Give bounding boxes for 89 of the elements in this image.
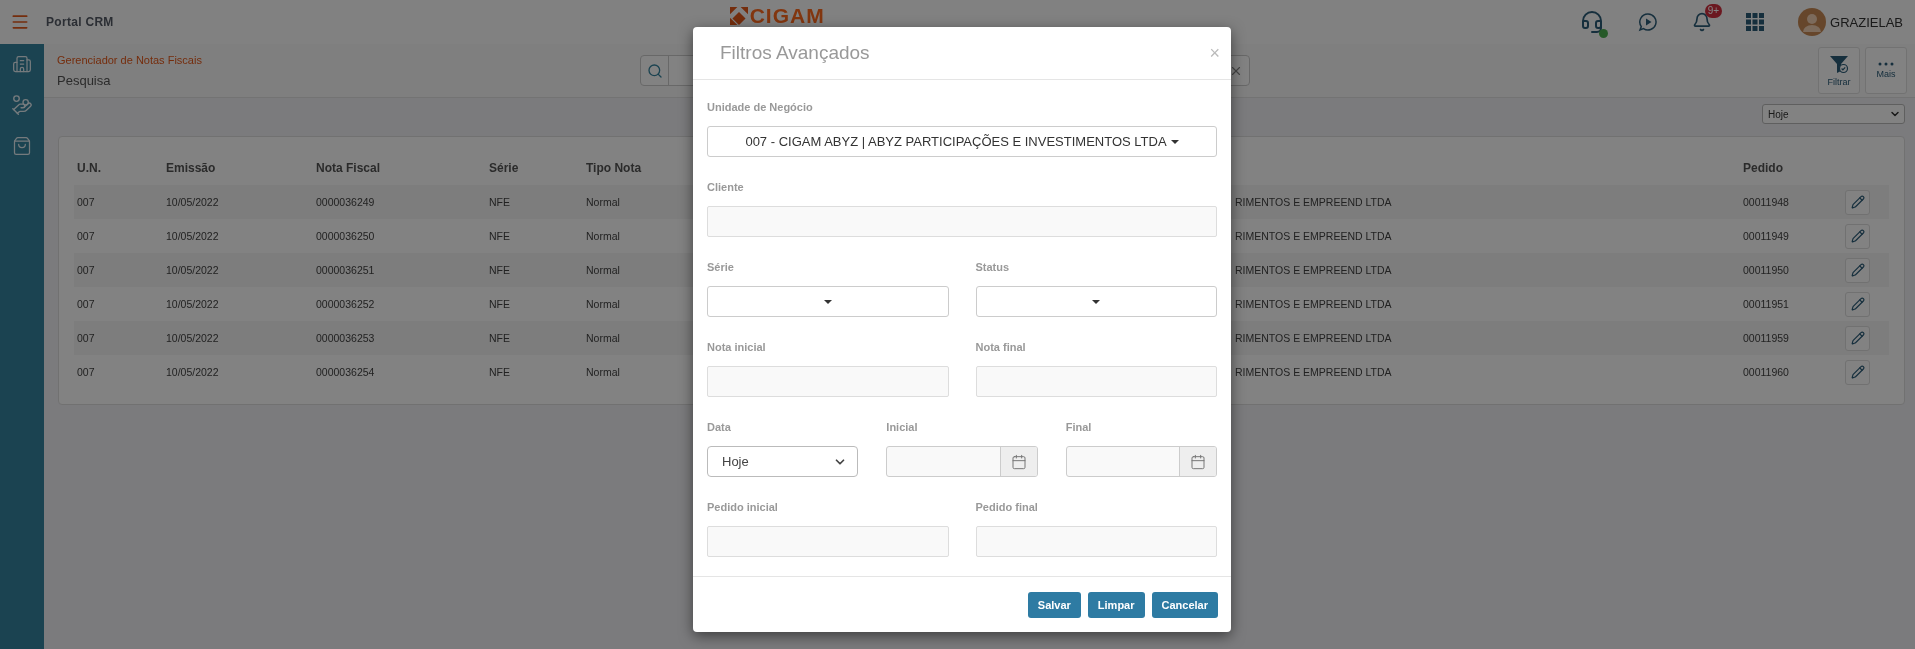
- input-field[interactable]: [707, 206, 1217, 237]
- field-label: Nota final: [975, 340, 1027, 354]
- period-select[interactable]: Hoje: [1762, 104, 1905, 124]
- hand-coin-icon[interactable]: [11, 94, 33, 116]
- table-cell: 0000036253: [313, 321, 486, 355]
- table-cell: 10/05/2022: [163, 321, 313, 355]
- edit-button[interactable]: [1845, 257, 1870, 283]
- clear-button[interactable]: Limpar: [1087, 592, 1145, 618]
- input-field[interactable]: [975, 526, 1217, 557]
- table-cell: 007: [74, 253, 163, 287]
- field-label: Nota inicial: [707, 340, 767, 354]
- field-label: Unidade de Negócio: [707, 100, 814, 114]
- headset-icon[interactable]: [1580, 10, 1605, 34]
- calendar-icon[interactable]: [1010, 453, 1027, 470]
- dropdown-button[interactable]: [707, 286, 949, 317]
- shopping-bag-icon[interactable]: [12, 136, 32, 156]
- chat-play-icon[interactable]: [1638, 12, 1659, 32]
- apps-grid-icon[interactable]: [1746, 13, 1765, 31]
- ellipsis-icon: [1878, 62, 1894, 66]
- table-cell: 007: [74, 321, 163, 355]
- table-cell: NFE: [486, 321, 583, 355]
- dropdown-button[interactable]: 007 - CIGAM ABYZ | ABYZ PARTICIPAÇÕES E INVESTIMENTOS LTDA: [707, 126, 1217, 157]
- filter-button[interactable]: Filtrar: [1818, 47, 1860, 94]
- table-cell: 007: [74, 185, 163, 219]
- table-cell: RIMENTOS E EMPREEND LTDA: [1232, 321, 1740, 355]
- logo: CIGAM: [749, 5, 825, 26]
- user-name[interactable]: GRAZIELAB: [1830, 14, 1903, 30]
- field-label: Inicial: [886, 420, 919, 434]
- field-label: Série: [707, 260, 735, 274]
- bell-icon[interactable]: [1692, 12, 1713, 32]
- table-cell: 10/05/2022: [163, 185, 313, 219]
- status-dot: [1599, 29, 1609, 38]
- pencil-icon: [1850, 229, 1865, 243]
- table-cell: RIMENTOS E EMPREEND LTDA: [1232, 185, 1740, 219]
- pencil-icon: [1850, 195, 1865, 209]
- pencil-icon: [1850, 365, 1865, 379]
- edit-button[interactable]: [1845, 291, 1870, 317]
- more-button[interactable]: Mais: [1865, 47, 1907, 94]
- caret-icon: [1092, 299, 1101, 304]
- caret-icon: [823, 299, 832, 304]
- table-cell: 00011948: [1740, 185, 1845, 219]
- column-header: Pedido: [1742, 160, 1784, 177]
- field-label: Data: [707, 420, 732, 434]
- dialog-title: Filtros Avançados: [720, 42, 870, 64]
- column-header: Emissão: [165, 160, 217, 177]
- table-cell: 0000036251: [313, 253, 486, 287]
- pencil-icon: [1850, 263, 1865, 277]
- breadcrumb[interactable]: Gerenciador de Notas Fiscais: [57, 53, 640, 66]
- edit-button[interactable]: [1845, 189, 1870, 215]
- column-header: Tipo Nota: [585, 160, 643, 177]
- field-label: Pedido inicial: [707, 500, 779, 514]
- cancel-button[interactable]: Cancelar: [1151, 592, 1218, 618]
- field-label: Final: [1065, 420, 1093, 434]
- search-icon: [646, 62, 663, 79]
- edit-button[interactable]: [1845, 325, 1870, 351]
- filter-icon: [1829, 54, 1849, 74]
- calendar-icon[interactable]: [1190, 453, 1206, 470]
- field-label: Status: [975, 260, 1011, 274]
- table-cell: 10/05/2022: [163, 253, 313, 287]
- building-icon[interactable]: [12, 54, 32, 74]
- edit-button[interactable]: [1845, 223, 1870, 249]
- app-title: Portal CRM: [46, 15, 114, 29]
- pencil-icon: [1850, 297, 1865, 311]
- column-header: U.N.: [76, 160, 102, 177]
- date-field[interactable]: [1065, 446, 1217, 477]
- column-header: Nota Fiscal: [315, 160, 382, 177]
- table-cell: RIMENTOS E EMPREEND LTDA: [1232, 253, 1740, 287]
- select-field[interactable]: Hoje: [707, 446, 859, 477]
- table-cell: NFE: [486, 185, 583, 219]
- table-cell: 00011950: [1740, 253, 1845, 287]
- notification-badge: 9+: [1704, 4, 1723, 18]
- table-cell: 0000036249: [313, 185, 486, 219]
- column-header: Série: [488, 160, 520, 177]
- caret-icon: [1170, 139, 1179, 144]
- edit-button[interactable]: [1845, 359, 1870, 385]
- menu-icon[interactable]: [10, 12, 30, 32]
- input-field[interactable]: [975, 366, 1217, 397]
- field-label: Pedido final: [975, 500, 1039, 514]
- dropdown-button[interactable]: [975, 286, 1217, 317]
- input-field[interactable]: [707, 526, 949, 557]
- logo-icon: [729, 6, 748, 25]
- avatar[interactable]: [1798, 8, 1827, 36]
- table-cell: 00011959: [1740, 321, 1845, 355]
- date-field[interactable]: [886, 446, 1038, 477]
- page-title: Pesquisa: [57, 72, 112, 88]
- pencil-icon: [1850, 331, 1865, 345]
- save-button[interactable]: Salvar: [1027, 592, 1081, 618]
- input-field[interactable]: [707, 366, 949, 397]
- table-cell: NFE: [486, 253, 583, 287]
